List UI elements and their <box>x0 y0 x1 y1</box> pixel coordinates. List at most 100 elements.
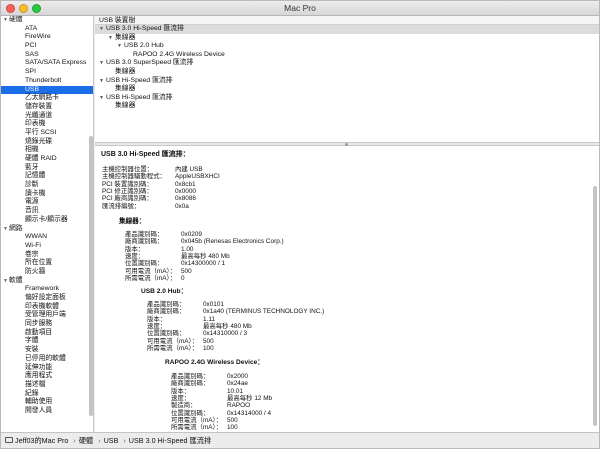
window-title: Mac Pro <box>284 3 316 13</box>
sidebar-category[interactable]: ▼網路 <box>1 225 93 234</box>
sidebar-item[interactable]: 安裝 <box>1 346 93 355</box>
tree-row[interactable]: ▼ USB 3.0 SuperSpeed 匯流排 <box>95 59 599 68</box>
sidebar-item[interactable]: Wi-Fi <box>1 242 93 251</box>
main-pane: USB 裝置樹 ▼ USB 3.0 Hi-Speed 匯流排 ▼ 集線器 ▼ USB 2.… <box>95 16 599 432</box>
sidebar-item[interactable]: 應用程式 <box>1 372 93 381</box>
sidebar-item[interactable]: 電源 <box>1 198 93 207</box>
property-key: 主機控制器驅動程式： <box>102 173 166 181</box>
sidebar-item[interactable]: 開發人員 <box>1 407 93 416</box>
property-value: 0x0209 <box>181 231 202 238</box>
sidebar-item[interactable]: 描述檔 <box>1 381 93 390</box>
sidebar-scrollbar[interactable] <box>89 136 93 416</box>
chevron-right-icon: › <box>123 436 126 445</box>
tree-row[interactable]: ▼ USB 2.0 Hub <box>95 42 599 51</box>
property-key: 所需電流（mA）： <box>171 424 223 432</box>
property-value: 500 <box>181 267 192 275</box>
property-key: 可用電流（mA）： <box>147 337 199 345</box>
sidebar-item[interactable]: 儲存裝置 <box>1 103 93 112</box>
tree-row-label: USB Hi-Speed 匯流排 <box>106 93 173 101</box>
property-row: 廠商識別碼： 0x1a40 (TERMINUS TECHNOLOGY INC.) <box>147 308 324 315</box>
property-row: 位置識別碼： 0x14300000 / 1 <box>125 260 225 267</box>
sidebar-item[interactable]: FireWire <box>1 33 93 42</box>
tree-row[interactable]: ▼ 集線器 <box>95 34 599 43</box>
sidebar-category[interactable]: ▼軟體 <box>1 277 93 286</box>
tree-header: USB 裝置樹 <box>95 16 599 25</box>
property-value: 500 <box>203 337 214 345</box>
tree-row[interactable]: 集線器 <box>95 68 599 77</box>
tree-row[interactable]: ▼ USB 3.0 Hi-Speed 匯流排 <box>95 25 599 34</box>
title-bar: Mac Pro <box>1 1 599 16</box>
sidebar-item[interactable]: 燒錄光碟 <box>1 138 93 147</box>
sidebar-item[interactable]: WWAN <box>1 233 93 242</box>
sidebar-item[interactable]: Thunderbolt <box>1 77 93 86</box>
sidebar-item[interactable]: 藍牙 <box>1 164 93 173</box>
disclosure-triangle-icon[interactable]: ▼ <box>99 59 106 68</box>
sidebar-item[interactable]: 輔助使用 <box>1 398 93 407</box>
disclosure-triangle-icon[interactable]: ▼ <box>99 94 106 103</box>
sidebar-item[interactable]: 乙太網路卡 <box>1 94 93 103</box>
sidebar-category[interactable]: ▼硬體 <box>1 16 93 25</box>
tree-row-label: 集線器 <box>115 85 136 93</box>
property-key: PCI 廠商識別碼： <box>102 195 153 203</box>
tree-row-label: USB 3.0 SuperSpeed 匯流排 <box>106 59 194 67</box>
tree-row[interactable]: ▼ USB Hi-Speed 匯流排 <box>95 94 599 103</box>
property-key: 所需電流（mA）： <box>147 344 199 352</box>
sidebar-item[interactable]: USB <box>1 85 93 95</box>
sidebar-item[interactable]: 硬體 RAID <box>1 155 93 164</box>
sidebar-item[interactable]: 平行 SCSI <box>1 129 93 138</box>
sidebar-item[interactable]: 相機 <box>1 146 93 155</box>
sidebar-item[interactable]: ATA <box>1 25 93 34</box>
sidebar-category-label: 網路 <box>9 224 23 232</box>
sidebar-item[interactable]: 讀卡機 <box>1 190 93 199</box>
property-key: 所需電流（mA）： <box>125 274 177 282</box>
property-row: 主機控制器驅動程式： AppleUSBXHCI <box>102 173 220 180</box>
sidebar-item[interactable]: SPI <box>1 68 93 77</box>
sidebar-item[interactable]: SATA/SATA Express <box>1 59 93 68</box>
sidebar-item[interactable]: 印表機 <box>1 120 93 129</box>
tree-row[interactable]: ▼ USB Hi-Speed 匯流排 <box>95 77 599 86</box>
sidebar-item[interactable]: 記憶體 <box>1 172 93 181</box>
disclosure-triangle-icon[interactable]: ▼ <box>99 77 106 86</box>
sidebar-item[interactable]: 同步服務 <box>1 320 93 329</box>
property-value: 1.00 <box>181 245 194 253</box>
sidebar-item[interactable]: 光纖通道 <box>1 112 93 121</box>
sidebar-item[interactable]: 防火牆 <box>1 268 93 277</box>
property-value: 0x8086 <box>175 195 196 203</box>
property-row: 位置識別碼： 0x14310000 / 3 <box>147 330 247 337</box>
system-information-window: Mac Pro ▼硬體 ATA FireWire PCI SAS SATA/SATA Ex… <box>0 0 600 449</box>
property-key: PCI 裝置識別碼： <box>102 180 153 188</box>
property-value: 500 <box>227 416 238 424</box>
sidebar-item[interactable]: 卷宗 <box>1 251 93 260</box>
property-row: PCI 裝置識別碼： 0x8cb1 <box>102 181 196 188</box>
property-key: 製造商： <box>171 402 197 410</box>
sidebar-item[interactable]: 受管理用戶端 <box>1 311 93 320</box>
disclosure-triangle-icon[interactable]: ▼ <box>117 42 124 51</box>
breadcrumb-item[interactable]: Jeff03的Mac Pro <box>15 436 68 445</box>
sidebar-item[interactable]: 啟動項目 <box>1 329 93 338</box>
sidebar-item[interactable]: 延伸功能 <box>1 364 93 373</box>
tree-row[interactable]: 集線器 <box>95 102 599 111</box>
property-row: 廠商識別碼： 0x24ae <box>171 380 248 387</box>
disclosure-triangle-icon[interactable]: ▼ <box>108 34 115 43</box>
sidebar-item[interactable]: 已停用的軟體 <box>1 355 93 364</box>
sidebar-item[interactable]: PCI <box>1 42 93 51</box>
sidebar-item[interactable]: Framework <box>1 285 93 294</box>
property-value: 0x14300000 / 1 <box>181 260 226 268</box>
sidebar-item[interactable]: 診斷 <box>1 181 93 190</box>
property-key: 廠商識別碼： <box>147 308 186 316</box>
sidebar-item[interactable]: 所在位置 <box>1 259 93 268</box>
sidebar-item[interactable]: 音訊 <box>1 207 93 216</box>
breadcrumb-item[interactable]: 硬體 <box>79 436 93 445</box>
sidebar-item[interactable]: 顯示卡/顯示器 <box>1 216 93 225</box>
property-key: 版本： <box>147 315 167 323</box>
disclosure-triangle-icon[interactable]: ▼ <box>99 25 106 34</box>
sidebar-item[interactable]: 字體 <box>1 337 93 346</box>
breadcrumb-item[interactable]: USB 3.0 Hi-Speed 匯流排 <box>129 436 211 445</box>
sidebar-item[interactable]: 紀錄 <box>1 390 93 399</box>
breadcrumb-item[interactable]: USB <box>104 436 119 445</box>
tree-row-label: 集線器 <box>115 102 136 110</box>
detail-scrollbar[interactable] <box>593 186 597 426</box>
sidebar-item[interactable]: 偏好設定面板 <box>1 294 93 303</box>
sidebar-item[interactable]: SAS <box>1 51 93 60</box>
tree-row[interactable]: 集線器 <box>95 85 599 94</box>
